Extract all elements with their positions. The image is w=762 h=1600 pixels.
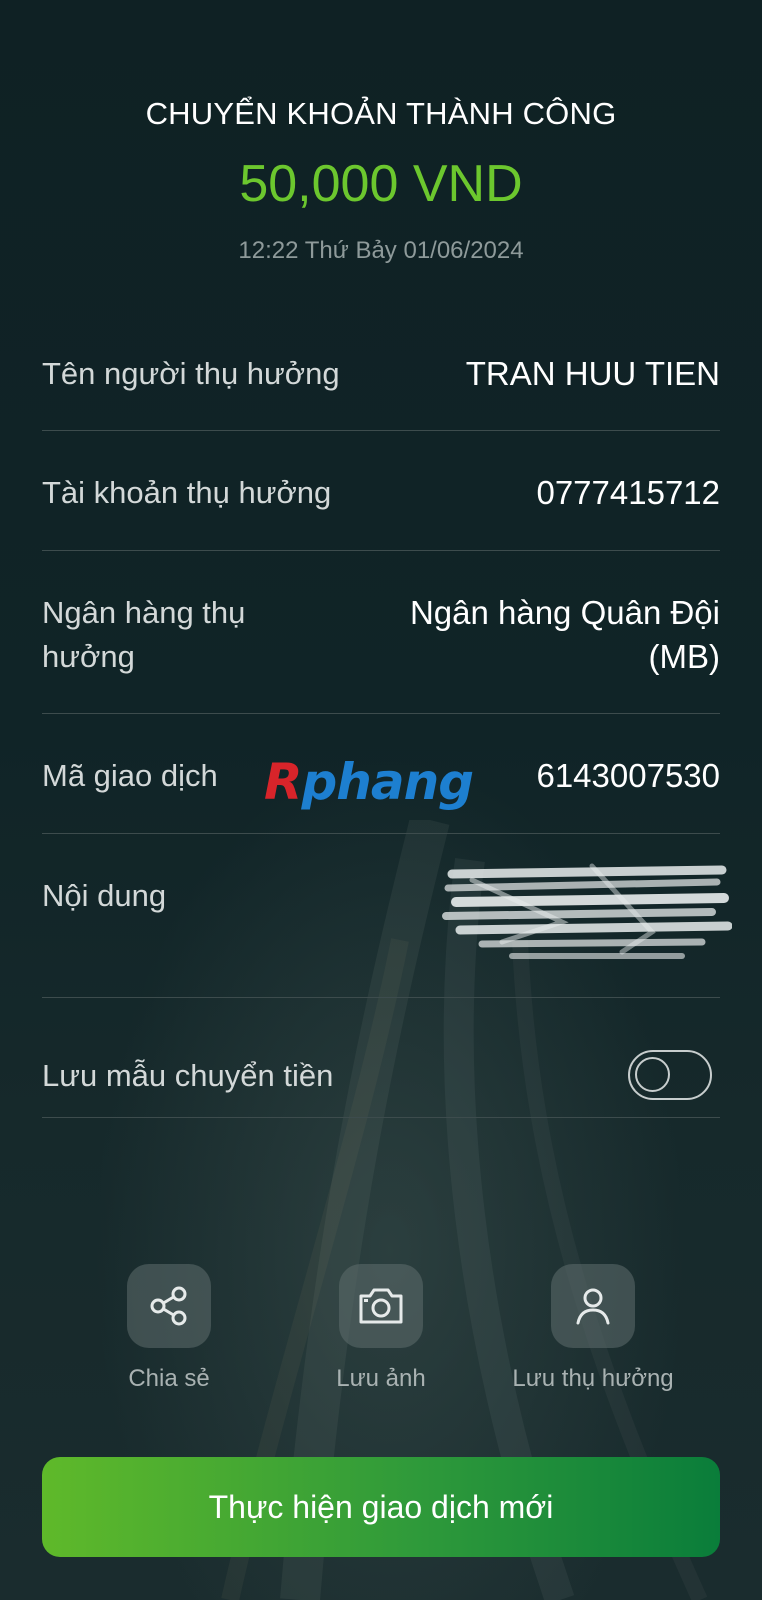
save-beneficiary-label: Lưu thụ hưởng bbox=[512, 1365, 674, 1392]
share-icon bbox=[150, 1286, 187, 1326]
detail-row-content: Nội dung bbox=[42, 834, 732, 998]
save-beneficiary-button[interactable]: Lưu thụ hưởng bbox=[493, 1264, 693, 1396]
transfer-amount: 50,000 VND bbox=[239, 155, 523, 213]
detail-value: TRAN HUU TIEN bbox=[465, 355, 720, 392]
detail-row-save-template: Lưu mẫu chuyển tiền bbox=[42, 998, 720, 1118]
new-transaction-button[interactable]: Thực hiện giao dịch mới bbox=[42, 1457, 720, 1557]
detail-label: Mã giao dịch bbox=[42, 758, 218, 793]
save-image-label: Lưu ảnh bbox=[336, 1365, 426, 1392]
camera-icon bbox=[359, 1288, 403, 1324]
quick-actions: Chia sẻ Lưu ảnh Lưu thụ hưởng bbox=[0, 1264, 762, 1404]
toggle-knob bbox=[635, 1056, 670, 1092]
share-label: Chia sẻ bbox=[128, 1365, 210, 1392]
camera-icon-box bbox=[339, 1264, 423, 1348]
detail-label: Tên người thụ hưởng bbox=[42, 356, 340, 391]
detail-value: Ngân hàng Quân Đội (MB) bbox=[409, 594, 720, 675]
share-icon-box bbox=[127, 1264, 211, 1348]
detail-value: 6143007530 bbox=[536, 757, 720, 794]
user-icon bbox=[576, 1288, 610, 1325]
save-template-toggle[interactable] bbox=[628, 1049, 712, 1100]
detail-value: 0777415712 bbox=[536, 474, 720, 511]
watermark-logo: Rphang bbox=[264, 752, 475, 812]
user-icon-box bbox=[551, 1264, 635, 1348]
watermark-part-1: R bbox=[264, 753, 303, 811]
transfer-details: Tên người thụ hưởng TRAN HUU TIEN Tài kh… bbox=[42, 330, 732, 1118]
detail-label: Tài khoản thụ hưởng bbox=[42, 475, 332, 510]
detail-label: Nội dung bbox=[42, 878, 167, 913]
detail-row-beneficiary-account: Tài khoản thụ hưởng 0777415712 bbox=[42, 431, 720, 551]
transfer-success-screen: CHUYỂN KHOẢN THÀNH CÔNG 50,000 VND 12:22… bbox=[0, 0, 762, 1600]
transfer-datetime: 12:22 Thứ Bảy 01/06/2024 bbox=[238, 237, 524, 264]
detail-label: Lưu mẫu chuyển tiền bbox=[42, 1057, 334, 1093]
watermark-part-2: phang bbox=[301, 753, 475, 811]
detail-label: Ngân hàng thụ hưởng bbox=[42, 595, 246, 674]
detail-row-beneficiary-bank: Ngân hàng thụ hưởng Ngân hàng Quân Đội (… bbox=[42, 551, 720, 714]
detail-row-beneficiary-name: Tên người thụ hưởng TRAN HUU TIEN bbox=[42, 330, 720, 431]
share-button[interactable]: Chia sẻ bbox=[69, 1264, 269, 1396]
result-header: CHUYỂN KHOẢN THÀNH CÔNG 50,000 VND 12:22… bbox=[0, 92, 762, 268]
redacted-content-scribble bbox=[442, 863, 732, 959]
save-image-button[interactable]: Lưu ảnh bbox=[281, 1264, 481, 1396]
status-title: CHUYỂN KHOẢN THÀNH CÔNG bbox=[145, 96, 617, 131]
